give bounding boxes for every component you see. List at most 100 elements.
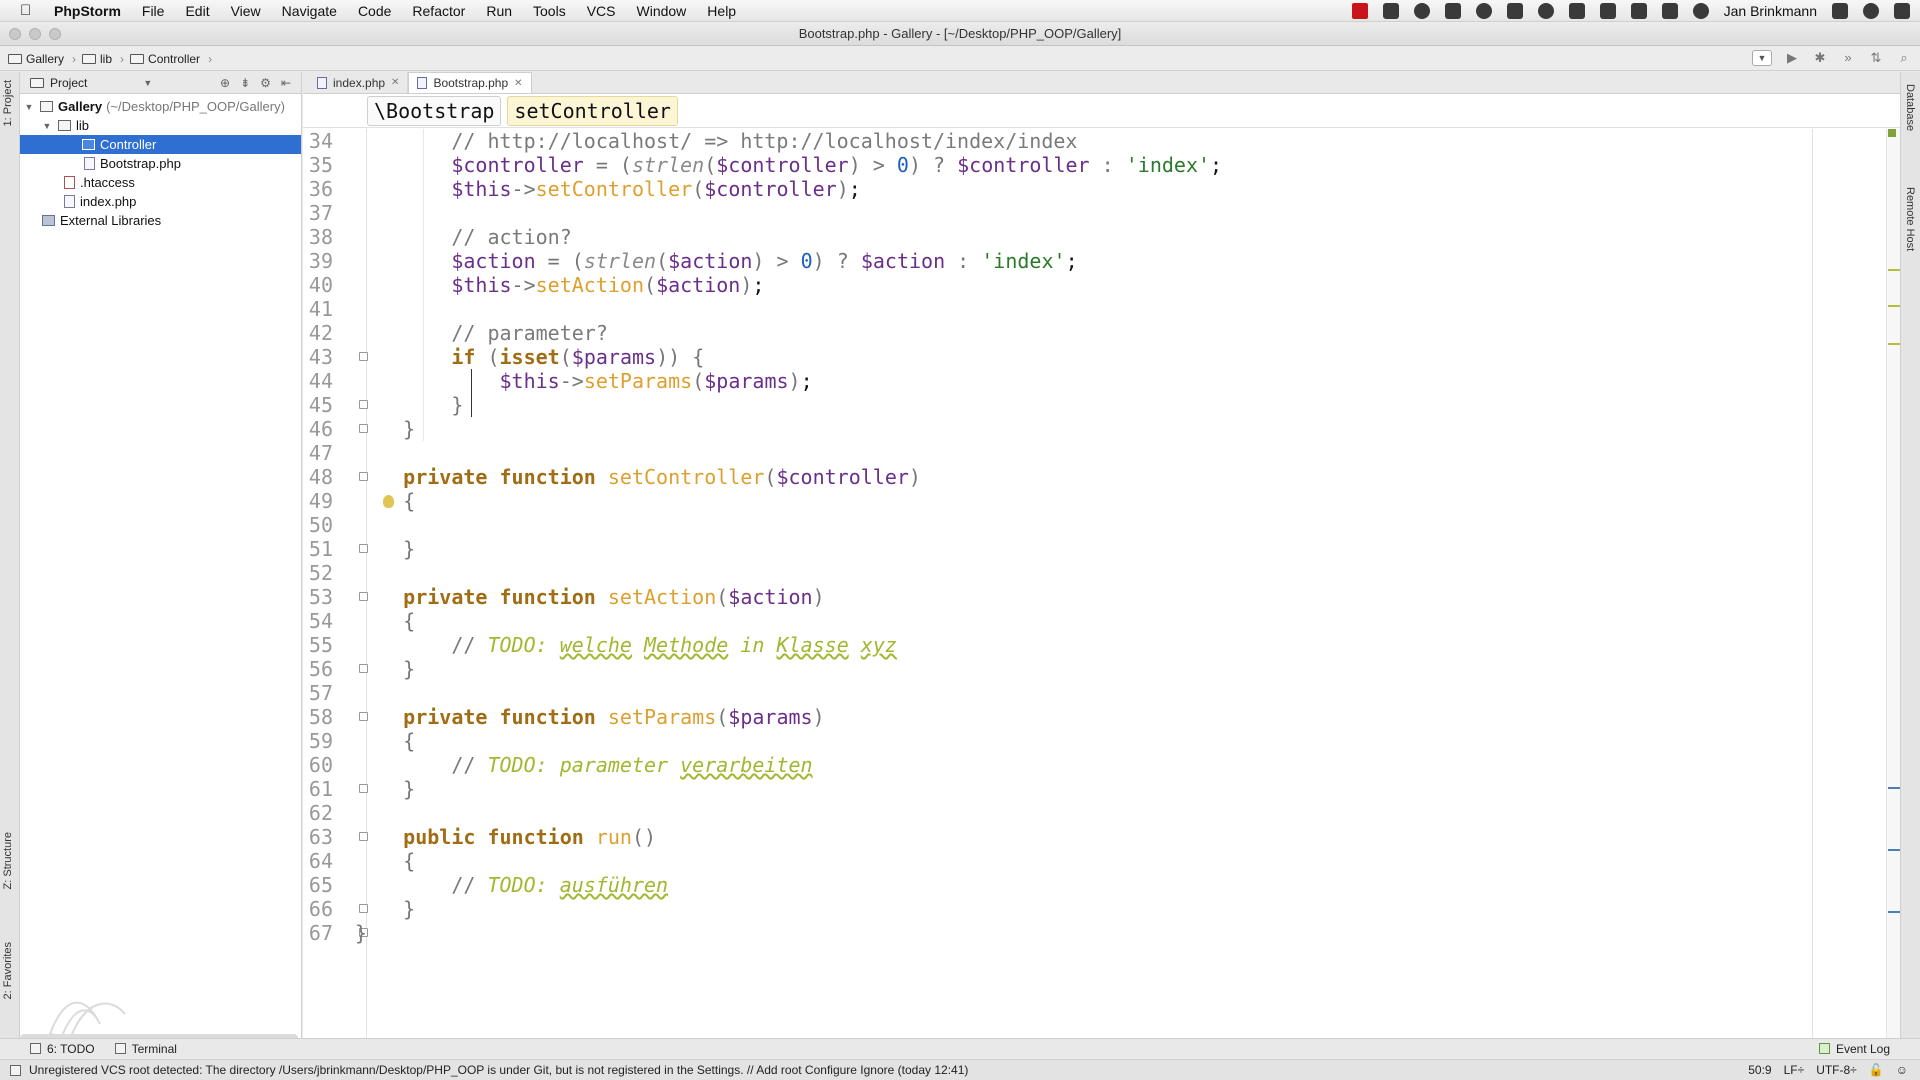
close-icon[interactable]: ✕	[514, 78, 522, 89]
code-line-54[interactable]: {	[355, 609, 415, 633]
book-icon[interactable]	[1506, 3, 1523, 19]
tool-project[interactable]: 1: Project	[2, 80, 14, 126]
expand-arrow-icon[interactable]: ▼	[24, 102, 34, 112]
menu-help[interactable]: Help	[707, 3, 736, 19]
tool-structure[interactable]: Z: Structure	[2, 832, 14, 889]
code-line-58[interactable]: private function setParams($params)	[355, 705, 824, 729]
dropbox-icon[interactable]	[1382, 3, 1399, 19]
tree-item-controller[interactable]: Controller	[20, 135, 301, 154]
code-line-43[interactable]: if (isset($params)) {	[355, 345, 704, 369]
code-line-45[interactable]: }	[355, 393, 463, 417]
collapse-icon[interactable]: ⇟	[240, 76, 250, 90]
code-line-66[interactable]: }	[355, 897, 415, 921]
tool-todo[interactable]: 6: TODO	[30, 1042, 95, 1056]
tree-item-bootstrap-php[interactable]: Bootstrap.php	[20, 154, 301, 173]
breadcrumb-method[interactable]: setController	[507, 95, 678, 126]
project-view-selector[interactable]: Project	[50, 76, 87, 90]
menu-file[interactable]: File	[142, 3, 165, 19]
code-line-35[interactable]: $controller = (strlen($controller) > 0) …	[355, 153, 1222, 177]
code-line-59[interactable]: {	[355, 729, 415, 753]
nav-crumb-gallery[interactable]: Gallery	[8, 52, 64, 66]
error-stripe[interactable]	[1886, 129, 1900, 1038]
hide-panel-icon[interactable]: ⇤	[281, 76, 291, 90]
menu-navigate[interactable]: Navigate	[282, 3, 337, 19]
run-config-dropdown[interactable]: ▼	[1752, 50, 1772, 66]
tool-favorites[interactable]: 2: Favorites	[2, 942, 14, 999]
code-line-38[interactable]: // action?	[355, 225, 571, 249]
status-panel-icon[interactable]	[10, 1064, 21, 1076]
shield-icon[interactable]	[1599, 3, 1616, 19]
bluetooth-icon[interactable]	[1661, 3, 1678, 19]
menu-tools[interactable]: Tools	[533, 3, 566, 19]
user-name[interactable]: Jan Brinkmann	[1724, 3, 1817, 19]
tool-remote-host[interactable]: Remote Host	[1904, 187, 1916, 251]
code-line-39[interactable]: $action = (strlen($action) > 0) ? $actio…	[355, 249, 1077, 273]
code-area[interactable]: 34 35 36 37 38 39 40 41 42 43 44 45 46 4…	[303, 129, 1900, 1038]
menu-vcs[interactable]: VCS	[587, 3, 616, 19]
code-line-56[interactable]: }	[355, 657, 415, 681]
tab-index-php[interactable]: index.php ✕	[309, 72, 409, 93]
locate-icon[interactable]: ⊕	[220, 76, 230, 90]
tree-item-htaccess[interactable]: .htaccess	[20, 173, 301, 192]
tool-terminal[interactable]: Terminal	[114, 1042, 177, 1056]
code-line-65[interactable]: // TODO: ausführen	[355, 873, 668, 897]
menu-run[interactable]: Run	[486, 3, 512, 19]
menu-app[interactable]: PhpStorm	[54, 3, 121, 19]
search-icon[interactable]: ⌕	[1896, 50, 1912, 66]
change-marker[interactable]	[1888, 849, 1900, 851]
breadcrumb-class[interactable]: \Bootstrap	[367, 95, 502, 126]
code-line-42[interactable]: // parameter?	[355, 321, 608, 345]
change-marker[interactable]	[1888, 911, 1900, 913]
menu-code[interactable]: Code	[358, 3, 391, 19]
code-line-63[interactable]: public function run()	[355, 825, 656, 849]
code-line-53[interactable]: private function setAction($action)	[355, 585, 824, 609]
chevron-down-icon[interactable]: ▼	[143, 78, 152, 88]
code-line-67[interactable]: }	[355, 921, 367, 945]
code-line-60[interactable]: // TODO: parameter verarbeiten	[355, 753, 812, 777]
nav-crumb-lib[interactable]: lib	[82, 52, 112, 66]
todo-marker[interactable]	[1888, 269, 1900, 271]
apple-icon[interactable]: 	[20, 2, 36, 19]
code-line-46[interactable]: }	[355, 417, 415, 441]
code-line-64[interactable]: {	[355, 849, 415, 873]
spotlight-icon[interactable]	[1863, 3, 1879, 19]
code-line-55[interactable]: // TODO: welche Methode in Klasse xyz	[355, 633, 897, 657]
todo-marker[interactable]	[1888, 305, 1900, 307]
status-message[interactable]: Unregistered VCS root detected: The dire…	[29, 1063, 968, 1077]
time-machine-icon[interactable]	[1692, 3, 1709, 19]
code-line-51[interactable]: }	[355, 537, 415, 561]
menu-view[interactable]: View	[231, 3, 261, 19]
recording-icon[interactable]	[1351, 3, 1368, 19]
tab-bootstrap-php[interactable]: Bootstrap.php ✕	[408, 72, 532, 93]
code-line-36[interactable]: $this->setController($controller);	[355, 177, 860, 201]
vcs-update-icon[interactable]: ⇅	[1868, 50, 1884, 66]
nav-crumb-controller[interactable]: Controller	[130, 52, 200, 66]
onepassword-icon[interactable]	[1475, 3, 1492, 19]
caret-position[interactable]: 50:9	[1748, 1063, 1771, 1077]
evernote-icon[interactable]	[1568, 3, 1585, 19]
tool-event-log[interactable]: Event Log	[1818, 1042, 1890, 1056]
tree-item-gallery[interactable]: ▼ Gallery (~/Desktop/PHP_OOP/Gallery)	[20, 97, 301, 116]
todo-marker[interactable]	[1888, 343, 1900, 345]
file-encoding[interactable]: UTF-8÷	[1816, 1063, 1857, 1077]
coverage-icon[interactable]: »	[1840, 50, 1856, 66]
tree-item-index-php[interactable]: index.php	[20, 192, 301, 211]
menu-refactor[interactable]: Refactor	[412, 3, 465, 19]
gear-icon[interactable]: ⚙	[260, 76, 271, 90]
run-icon[interactable]: ▶	[1784, 50, 1800, 66]
creative-cloud-icon[interactable]	[1537, 3, 1554, 19]
lock-icon[interactable]: 🔓	[1869, 1063, 1884, 1077]
code-line-61[interactable]: }	[355, 777, 415, 801]
notification-center-icon[interactable]	[1894, 3, 1910, 19]
plus-icon[interactable]	[1444, 3, 1461, 19]
tree-item-lib[interactable]: ▼ lib	[20, 116, 301, 135]
code-line-49[interactable]: {	[355, 489, 415, 513]
inspector-icon[interactable]: ☺	[1896, 1063, 1908, 1077]
analysis-ok-icon[interactable]	[1888, 129, 1896, 137]
line-separator[interactable]: LF÷	[1784, 1063, 1805, 1077]
code-line-48[interactable]: private function setController($controll…	[355, 465, 921, 489]
debug-icon[interactable]: ✱	[1812, 50, 1828, 66]
sync-icon[interactable]	[1413, 3, 1430, 19]
menu-edit[interactable]: Edit	[185, 3, 209, 19]
volume-icon[interactable]	[1630, 3, 1647, 19]
